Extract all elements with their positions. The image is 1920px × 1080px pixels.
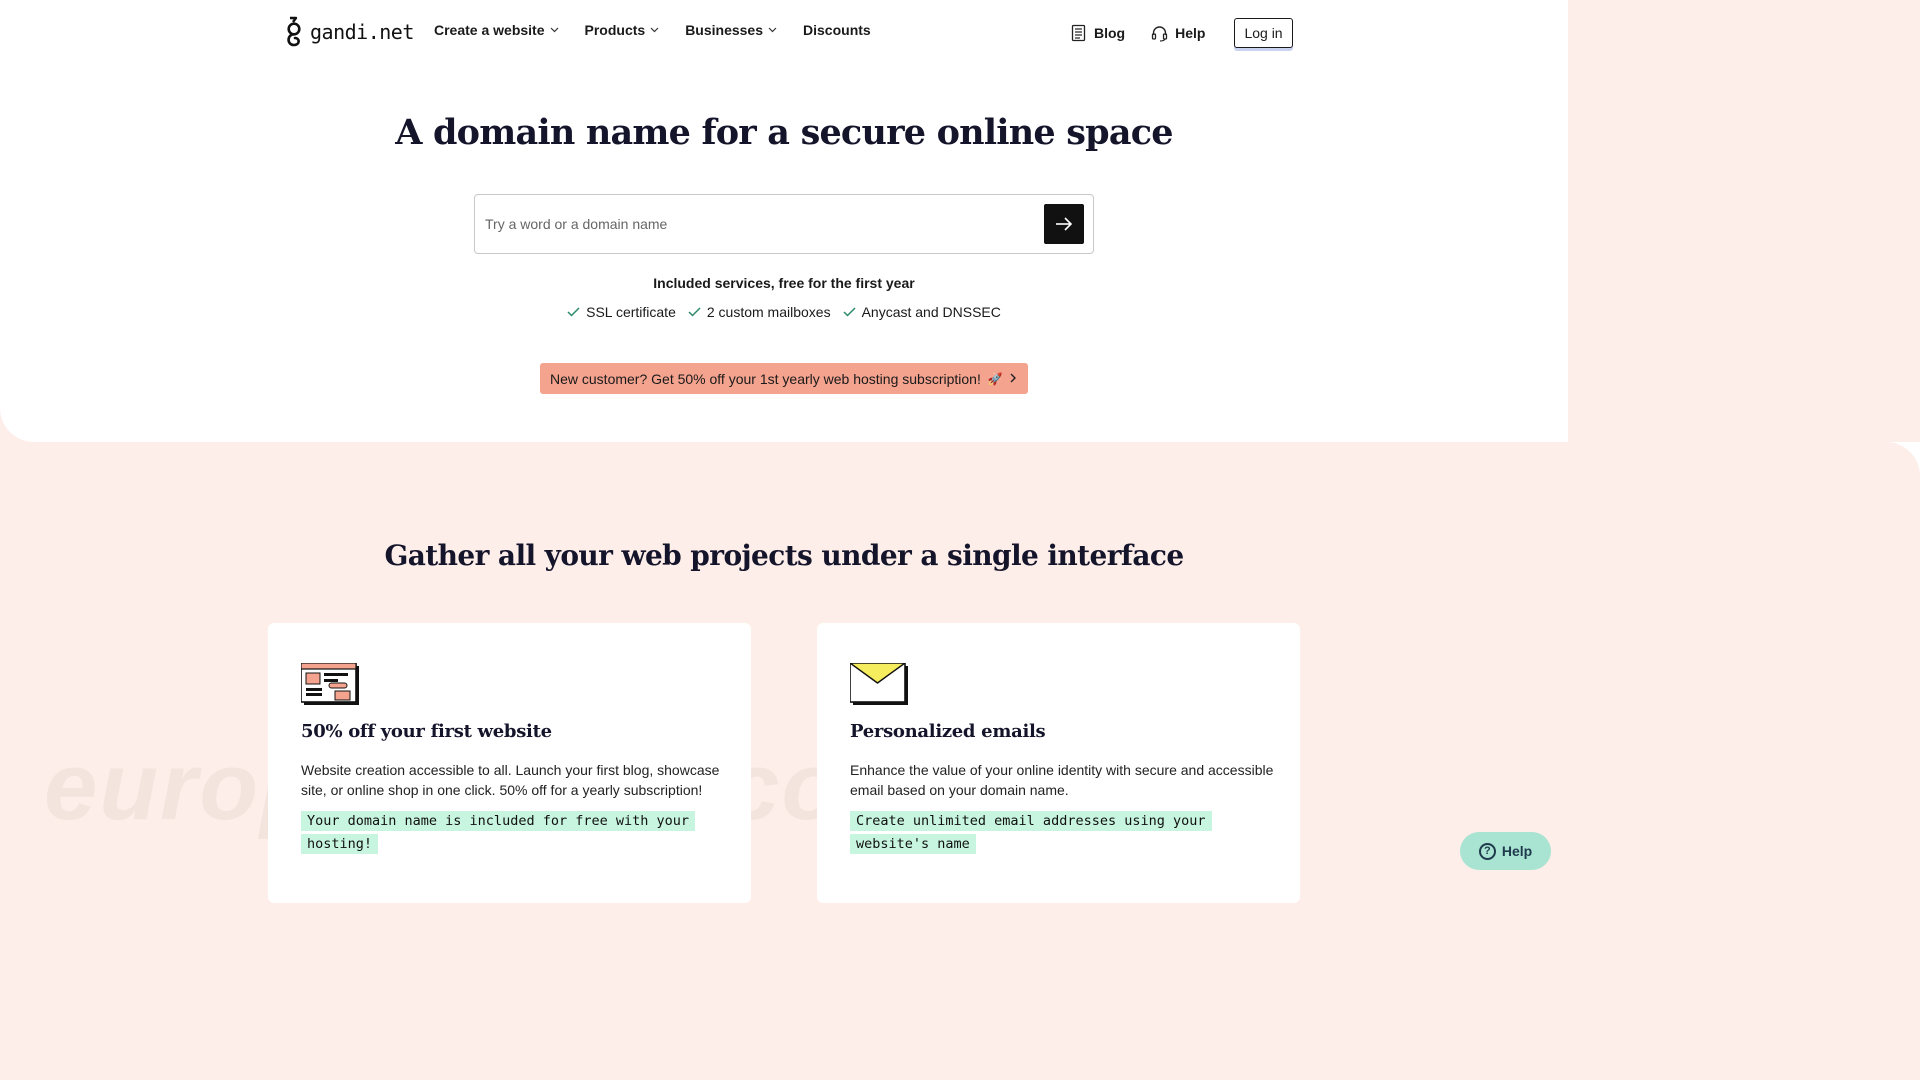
- card-text: Enhance the value of your online identit…: [850, 762, 1274, 798]
- service-label: 2 custom mailboxes: [706, 304, 831, 320]
- help-chat-button[interactable]: ? Help: [1460, 832, 1551, 870]
- nav-products[interactable]: Products: [585, 22, 660, 38]
- main-nav: Create a website Products Businesses Dis…: [434, 22, 871, 38]
- domain-search-input[interactable]: [485, 209, 1035, 239]
- nav-label: Create a website: [434, 22, 545, 38]
- included-services-title: Included services, free for the first ye…: [653, 275, 915, 291]
- service-label: Anycast and DNSSEC: [861, 304, 1001, 320]
- card-text: Website creation accessible to all. Laun…: [301, 762, 720, 798]
- gandi-logo-icon: [287, 16, 301, 47]
- nav-label: Products: [584, 22, 646, 38]
- service-item: SSL certificate: [567, 304, 676, 320]
- service-label: SSL certificate: [586, 304, 676, 320]
- question-icon: ?: [1478, 842, 1496, 860]
- header-actions: Blog Help Log in: [1071, 18, 1293, 48]
- search-submit-button[interactable]: [1044, 204, 1084, 244]
- service-item: Anycast and DNSSEC: [843, 304, 1001, 320]
- chevron-down-icon: [650, 27, 659, 33]
- logo[interactable]: gandi.net: [284, 16, 414, 47]
- check-icon: [688, 307, 701, 317]
- envelope-icon: [850, 663, 908, 705]
- site-header: gandi.net Create a website Products Busi…: [0, 0, 1568, 64]
- feature-card-emails[interactable]: Personalized emails Enhance the value of…: [817, 623, 1300, 903]
- rocket-icon: 🚀: [987, 371, 1003, 386]
- chevron-right-icon: [1010, 373, 1016, 383]
- highlight-text: Create unlimited email addresses using y…: [850, 811, 1212, 854]
- card-highlight: Create unlimited email addresses using y…: [850, 810, 1270, 856]
- chevron-down-icon: [550, 27, 558, 33]
- projects-title: Gather all your web projects under a sin…: [384, 539, 1184, 572]
- card-title: 50% off your first website: [301, 721, 552, 742]
- domain-search: [474, 194, 1094, 254]
- help-fab-label: Help: [1501, 843, 1533, 859]
- login-button[interactable]: Log in: [1234, 18, 1293, 48]
- nav-label: Businesses: [685, 22, 764, 38]
- check-icon: [843, 307, 856, 317]
- service-item: 2 custom mailboxes: [688, 304, 831, 320]
- check-icon: [567, 307, 580, 317]
- promo-text: New customer? Get 50% off your 1st yearl…: [550, 370, 981, 387]
- blog-label: Blog: [1094, 25, 1126, 41]
- arrow-right-icon: [1056, 217, 1073, 231]
- included-services-list: SSL certificate 2 custom mailboxes Anyca…: [0, 304, 1568, 320]
- nav-label: Discounts: [803, 22, 871, 38]
- logo-text: gandi.net: [310, 19, 414, 44]
- headset-icon: [1151, 25, 1168, 42]
- card-title: Personalized emails: [850, 721, 1046, 742]
- help-label: Help: [1175, 25, 1206, 41]
- promo-banner[interactable]: New customer? Get 50% off your 1st yearl…: [540, 363, 1028, 394]
- website-icon: [301, 663, 359, 705]
- nav-discounts[interactable]: Discounts: [803, 22, 871, 38]
- blog-link[interactable]: Blog: [1071, 19, 1125, 47]
- help-link[interactable]: Help: [1151, 19, 1205, 47]
- feature-card-website[interactable]: 50% off your first website Website creat…: [268, 623, 751, 903]
- hero-title: A domain name for a secure online space: [395, 112, 1173, 153]
- highlight-text: Your domain name is included for free wi…: [301, 811, 696, 854]
- nav-businesses[interactable]: Businesses: [685, 22, 777, 38]
- chevron-down-icon: [768, 27, 777, 33]
- newspaper-icon: [1071, 24, 1086, 42]
- card-highlight: Your domain name is included for free wi…: [301, 810, 721, 856]
- nav-create-website[interactable]: Create a website: [434, 22, 559, 38]
